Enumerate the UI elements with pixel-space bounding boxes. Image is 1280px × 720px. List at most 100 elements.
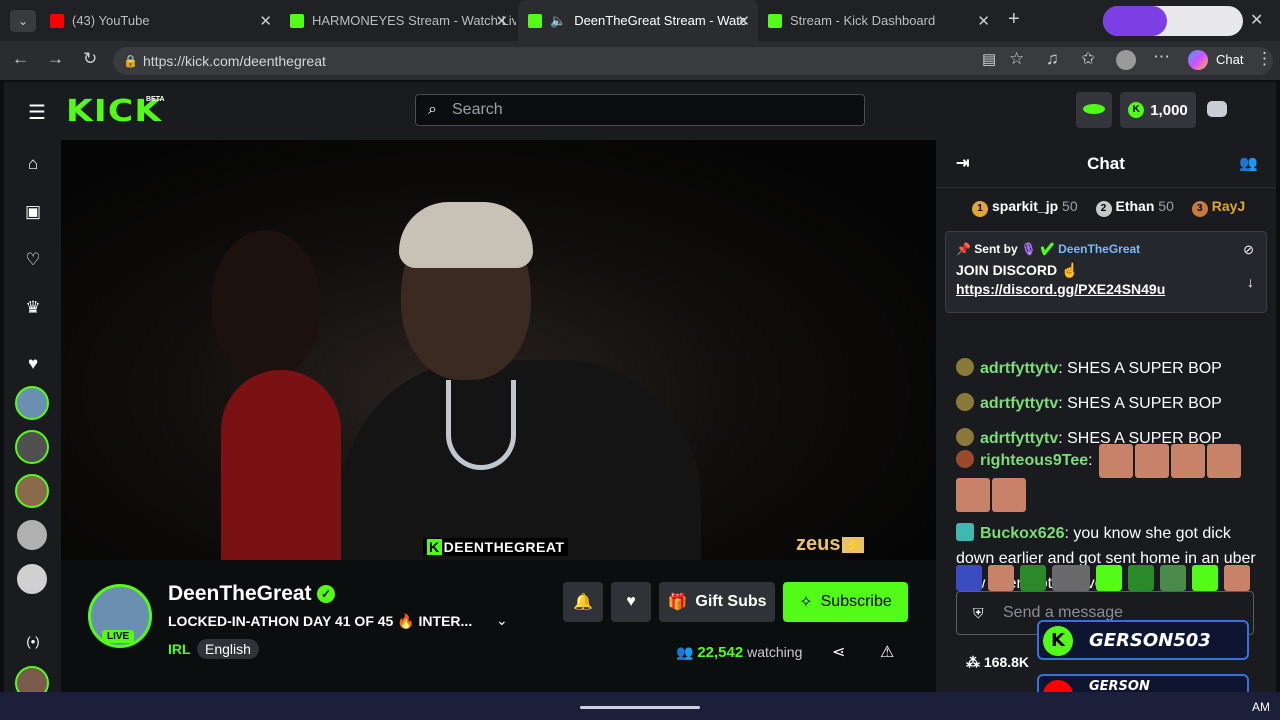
- avatar[interactable]: [15, 562, 49, 596]
- emote: [1207, 444, 1242, 478]
- pinned-author[interactable]: DeenTheGreat: [1058, 242, 1140, 256]
- video-frame: [211, 230, 321, 380]
- avatar[interactable]: [15, 386, 49, 420]
- emote-bar: [956, 565, 1250, 591]
- close-icon[interactable]: ✕: [977, 12, 990, 30]
- emote[interactable]: [1160, 565, 1186, 591]
- follow-button[interactable]: ♥: [611, 582, 651, 622]
- share-icon[interactable]: ⋖: [832, 642, 845, 662]
- stream-watermark: K DEENTHEGREAT: [423, 538, 569, 556]
- tab-label: Stream - Kick Dashboard: [790, 13, 936, 28]
- video-frame: [446, 380, 516, 470]
- report-icon[interactable]: ⚠: [880, 642, 894, 662]
- user-badge: [956, 450, 974, 469]
- site-header: ☰ KICK BETA ⌕ Search K 1,000: [4, 82, 1276, 140]
- rank-badge: 2: [1095, 201, 1112, 217]
- chat-title: Chat: [1087, 154, 1125, 173]
- avatar[interactable]: [15, 430, 49, 464]
- emote[interactable]: [1052, 565, 1090, 591]
- lock-icon: 🔒: [123, 54, 138, 68]
- emote: [1171, 444, 1206, 478]
- menu-icon[interactable]: ☰: [28, 100, 46, 125]
- emote[interactable]: [1192, 565, 1218, 591]
- profile-icon[interactable]: [1207, 101, 1227, 117]
- back-icon[interactable]: ←: [12, 49, 29, 69]
- gift-label: Gift Subs: [695, 593, 767, 610]
- url-field[interactable]: 🔒 https://kick.com/deenthegreat: [113, 47, 1273, 75]
- profile-pill[interactable]: [1103, 6, 1243, 36]
- more-icon[interactable]: ⋯: [1153, 47, 1170, 67]
- new-tab-icon[interactable]: +: [1008, 8, 1020, 31]
- star-icon[interactable]: ☆: [1009, 49, 1024, 69]
- browse-icon[interactable]: ▣: [22, 202, 44, 224]
- close-icon[interactable]: ✕: [737, 12, 750, 30]
- subscribe-label: Subscribe: [820, 593, 892, 610]
- chat-message: adrtfyttytv: SHES A SUPER BOP: [956, 391, 1261, 416]
- tab-youtube[interactable]: (43) YouTube ✕: [40, 0, 280, 41]
- mic-icon: 🎙: [1020, 242, 1037, 256]
- users-icon[interactable]: 👥: [1239, 140, 1258, 188]
- emote[interactable]: [988, 565, 1014, 591]
- reader-icon[interactable]: ▤: [982, 50, 996, 68]
- youtube-icon: [50, 13, 64, 28]
- chevron-down-icon[interactable]: ⌄: [496, 612, 508, 629]
- pin-icon: 📌: [956, 242, 971, 256]
- category-link[interactable]: IRL: [168, 641, 191, 657]
- avatar[interactable]: [15, 518, 49, 552]
- emote[interactable]: [1020, 565, 1046, 591]
- emote[interactable]: [1224, 565, 1250, 591]
- account-avatar[interactable]: [1116, 50, 1136, 70]
- points-button[interactable]: K 1,000: [1120, 92, 1196, 128]
- avatar[interactable]: [15, 474, 49, 508]
- tab-label: (43) YouTube: [72, 13, 150, 28]
- close-icon[interactable]: ✕: [259, 12, 272, 30]
- pinned-header: 📌 Sent by 🎙 ✔ DeenTheGreat: [956, 242, 1141, 256]
- video-frame: [341, 360, 701, 560]
- more-icon[interactable]: ⋮: [1256, 49, 1273, 69]
- emote[interactable]: [1096, 565, 1122, 591]
- gifter-name[interactable]: sparkit_jp: [992, 198, 1058, 214]
- tab-dashboard[interactable]: Stream - Kick Dashboard ✕: [758, 0, 998, 41]
- pinned-link[interactable]: https://discord.gg/PXE24SN49u: [956, 281, 1256, 297]
- collapse-chat-icon[interactable]: ⇥: [956, 140, 969, 188]
- browser-tab-bar: ⌄ (43) YouTube ✕ HARMONEYES Stream - Wat…: [0, 0, 1280, 41]
- heart-icon: ♥: [27, 354, 39, 373]
- ufo-icon[interactable]: [1076, 92, 1112, 128]
- gifter-name[interactable]: Ethan: [1116, 198, 1155, 214]
- gesture-handle[interactable]: [580, 706, 700, 709]
- viewers-icon: 👥: [676, 644, 694, 660]
- tab-harmoneyes[interactable]: HARMONEYES Stream - Watch Liv ✕: [280, 0, 516, 41]
- channel-name[interactable]: DeenTheGreat: [168, 582, 312, 606]
- rank-badge: 1: [972, 201, 988, 217]
- arrow-down-icon[interactable]: ↓: [1247, 274, 1254, 290]
- language-tag[interactable]: English: [197, 639, 259, 659]
- points-icon: ⁂: [966, 654, 980, 670]
- extensions-icon[interactable]: ♫: [1046, 49, 1059, 69]
- home-icon[interactable]: ⌂: [22, 154, 44, 176]
- emote[interactable]: [956, 565, 982, 591]
- gift-subs-button[interactable]: 🎁 Gift Subs: [659, 582, 775, 622]
- subscribe-button[interactable]: ✧ Subscribe: [783, 582, 908, 622]
- tab-list-icon[interactable]: ⌄: [10, 10, 36, 32]
- favorites-icon[interactable]: ✩: [1081, 49, 1095, 69]
- forward-icon[interactable]: →: [47, 49, 64, 69]
- reload-icon[interactable]: ↻: [83, 49, 97, 69]
- copilot-icon[interactable]: [1188, 50, 1208, 70]
- tab-deenthegreat[interactable]: 🔈 DeenTheGreat Stream - Watc ✕: [518, 0, 758, 41]
- close-icon[interactable]: ✕: [495, 12, 508, 30]
- gifter-name[interactable]: RayJ: [1212, 198, 1245, 214]
- close-window-icon[interactable]: ✕: [1250, 10, 1263, 30]
- live-icon[interactable]: (•): [22, 634, 44, 656]
- notification-button[interactable]: 🔔: [563, 582, 603, 622]
- heart-icon: ♥: [626, 593, 636, 610]
- hide-icon[interactable]: ⊘: [1243, 242, 1254, 258]
- search-input[interactable]: ⌕ Search: [415, 94, 865, 126]
- following-icon[interactable]: ♡: [22, 250, 44, 272]
- emote[interactable]: [1128, 565, 1154, 591]
- leaderboard-icon[interactable]: ♛: [22, 298, 44, 320]
- video-player[interactable]: K DEENTHEGREAT zeus ⚡: [61, 140, 936, 560]
- chat-button[interactable]: Chat: [1216, 52, 1243, 67]
- emote: [1135, 444, 1170, 478]
- sub-badge: [956, 523, 974, 541]
- address-bar: ← → ↻ 🔒 https://kick.com/deenthegreat ▤ …: [0, 41, 1280, 80]
